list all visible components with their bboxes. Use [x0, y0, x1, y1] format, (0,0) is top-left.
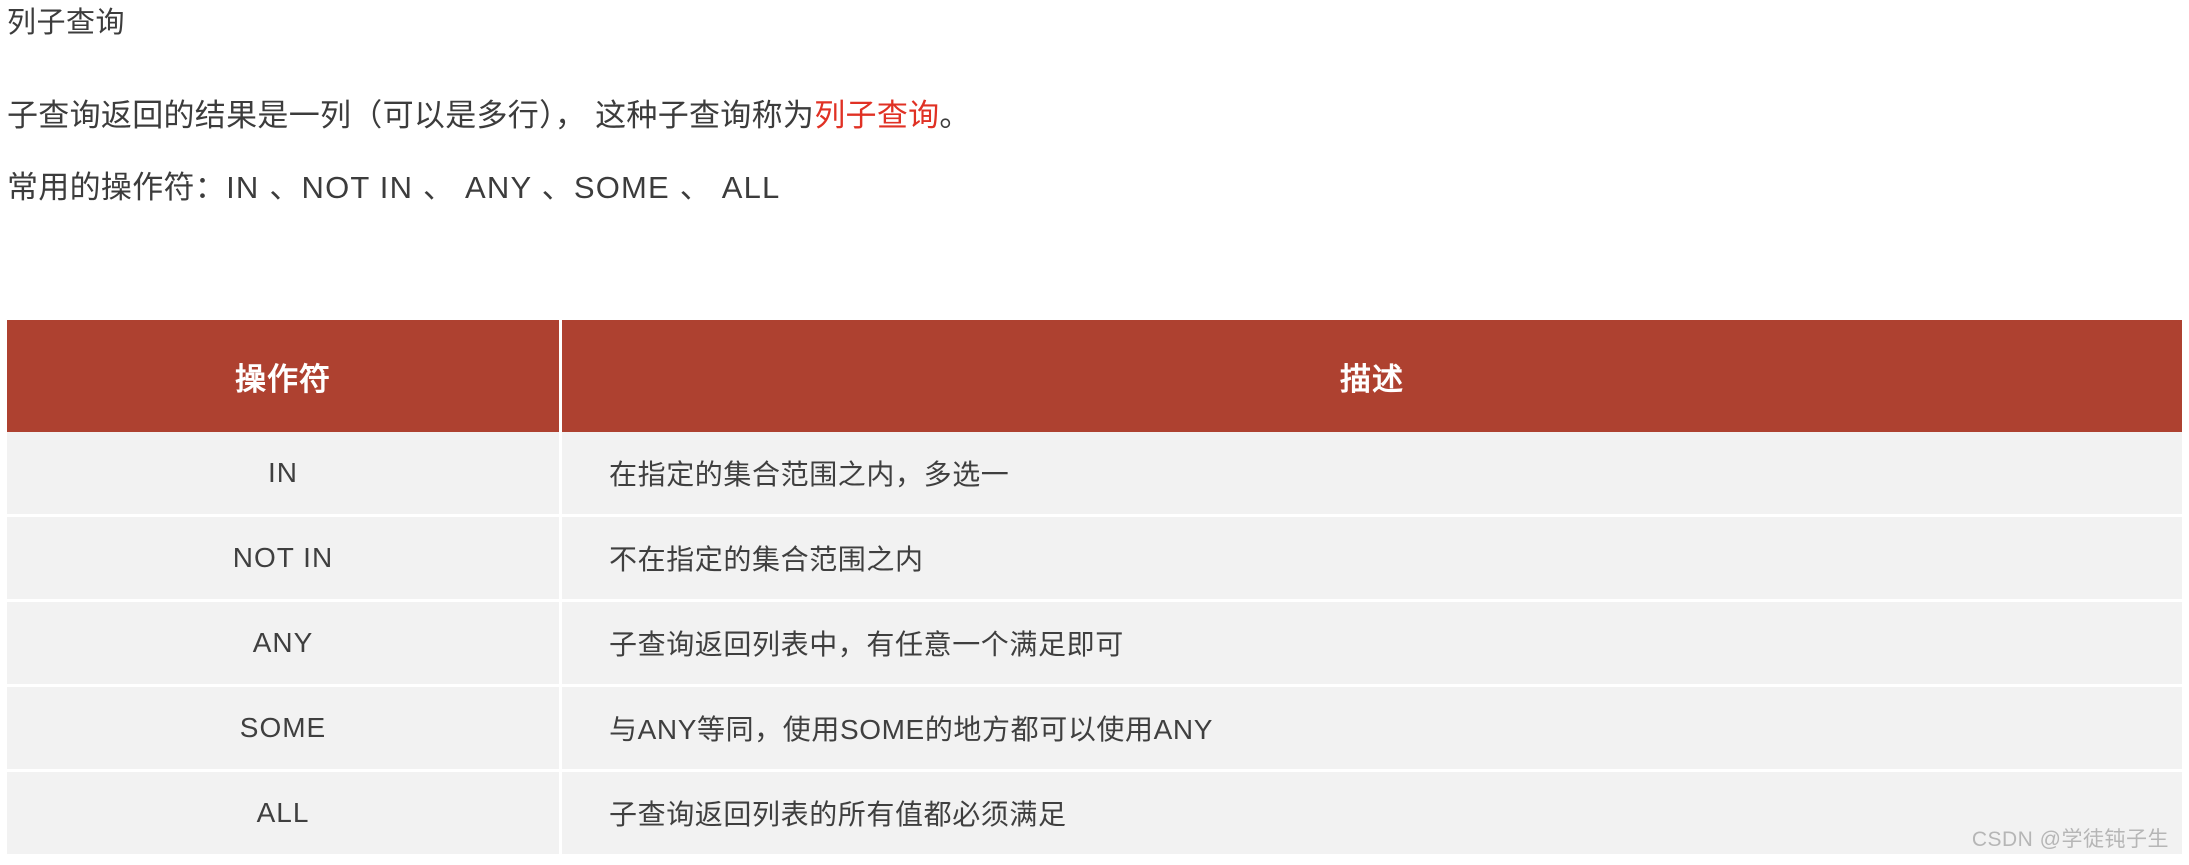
- definition-highlight-text: 列子查询: [814, 98, 940, 133]
- cell-description: 子查询返回列表中，有任意一个满足即可: [560, 600, 2182, 687]
- table-header-row: 操作符 描述: [7, 320, 2182, 432]
- cell-operator: ANY: [7, 600, 562, 687]
- cell-operator: ALL: [7, 770, 562, 854]
- cell-operator: IN: [7, 432, 562, 517]
- table-row: ANY 子查询返回列表中，有任意一个满足即可: [7, 600, 2182, 687]
- operators-paragraph: 常用的操作符：IN 、NOT IN 、 ANY 、SOME 、 ALL: [7, 166, 781, 210]
- cell-description: 在指定的集合范围之内，多选一: [560, 432, 2182, 517]
- cell-description: 不在指定的集合范围之内: [560, 515, 2182, 602]
- table-row: SOME 与ANY等同，使用SOME的地方都可以使用ANY: [7, 685, 2182, 772]
- table-row: ALL 子查询返回列表的所有值都必须满足: [7, 770, 2182, 854]
- cell-operator: SOME: [7, 685, 562, 772]
- document-page: 列子查询 子查询返回的结果是一列（可以是多行）， 这种子查询称为列子查询。 常用…: [0, 0, 2189, 865]
- cell-description: 与ANY等同，使用SOME的地方都可以使用ANY: [560, 685, 2182, 772]
- cell-operator: NOT IN: [7, 515, 562, 602]
- definition-prefix-text: 子查询返回的结果是一列（可以是多行）， 这种子查询称为: [7, 98, 815, 133]
- definition-paragraph: 子查询返回的结果是一列（可以是多行）， 这种子查询称为列子查询。: [7, 94, 971, 138]
- table-row: NOT IN 不在指定的集合范围之内: [7, 515, 2182, 602]
- column-header-operator: 操作符: [7, 320, 562, 432]
- table-body: IN 在指定的集合范围之内，多选一 NOT IN 不在指定的集合范围之内 ANY…: [7, 432, 2182, 854]
- definition-suffix-text: 。: [939, 98, 971, 133]
- operators-table: 操作符 描述 IN 在指定的集合范围之内，多选一 NOT IN 不在指定的集合范…: [7, 320, 2182, 854]
- column-header-description: 描述: [560, 320, 2182, 432]
- page-title: 列子查询: [7, 7, 126, 39]
- csdn-watermark: CSDN @学徒钝子生: [1971, 828, 2169, 851]
- operators-list-text: IN 、NOT IN 、 ANY 、SOME 、 ALL: [226, 170, 781, 205]
- table-head: 操作符 描述: [7, 320, 2182, 432]
- operators-label-text: 常用的操作符：: [7, 170, 227, 205]
- table-row: IN 在指定的集合范围之内，多选一: [7, 432, 2182, 517]
- cell-description: 子查询返回列表的所有值都必须满足: [560, 770, 2182, 854]
